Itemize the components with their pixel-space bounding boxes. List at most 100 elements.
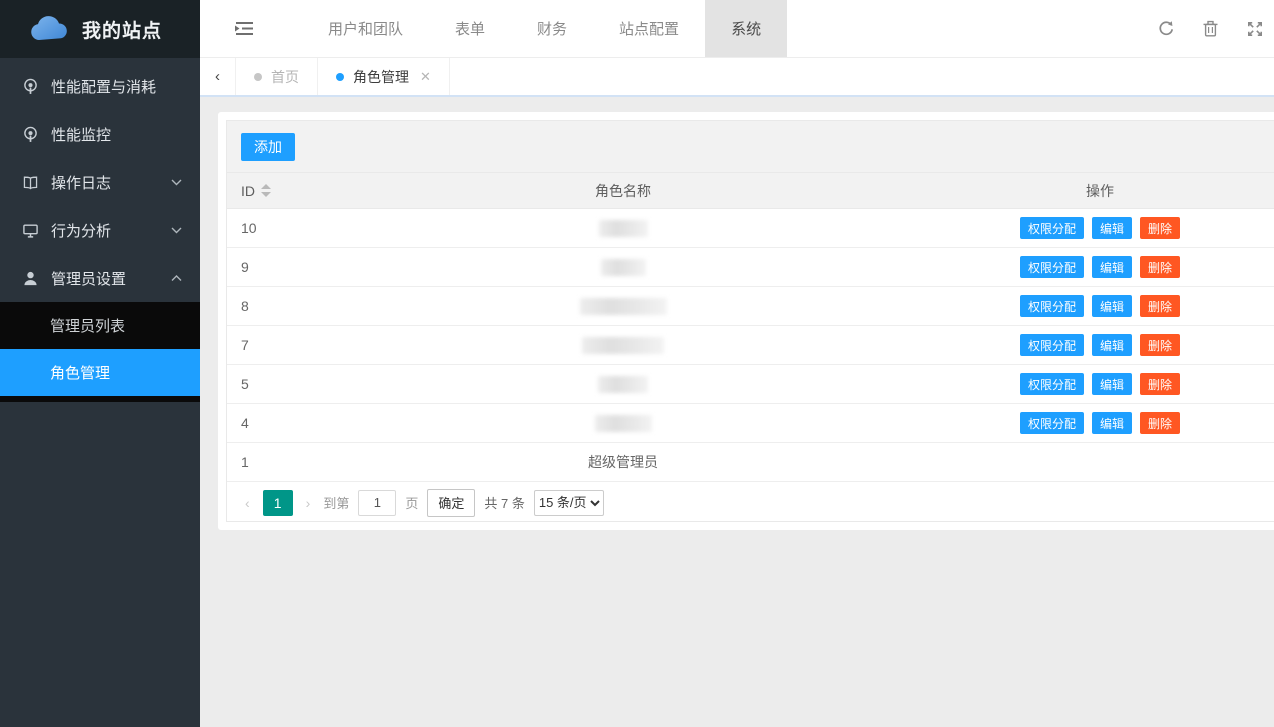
role-management-card: 添加 ID 角色名称 操作 10 — [218, 112, 1274, 530]
header-operations: 操作 — [819, 181, 1274, 201]
edit-button[interactable]: 编辑 — [1092, 373, 1132, 395]
signal-icon — [22, 126, 39, 143]
close-tab-icon[interactable]: ✕ — [420, 69, 431, 85]
assign-permissions-button[interactable]: 权限分配 — [1020, 373, 1084, 395]
admin-settings-submenu: 管理员列表 角色管理 — [0, 302, 200, 402]
table-header: ID 角色名称 操作 — [227, 172, 1274, 209]
table-row: 8 权限分配 编辑 删除 — [227, 287, 1274, 326]
delete-button[interactable]: 删除 — [1140, 217, 1180, 239]
sidebar-item-operation-log[interactable]: 操作日志 — [0, 158, 200, 206]
sidebar-item-performance-config[interactable]: 性能配置与消耗 — [0, 62, 200, 110]
header-id: ID — [227, 183, 427, 199]
row-role-name — [427, 259, 819, 276]
signal-icon — [22, 78, 39, 95]
assign-permissions-button[interactable]: 权限分配 — [1020, 334, 1084, 356]
table-body: 10 权限分配 编辑 删除 9 权限分配 编辑 删除 8 权限分配 — [227, 209, 1274, 482]
assign-permissions-button[interactable]: 权限分配 — [1020, 256, 1084, 278]
prev-page-icon[interactable]: ‹ — [241, 495, 254, 511]
row-id: 9 — [227, 259, 427, 275]
user-icon — [22, 270, 39, 287]
redacted-role-name — [595, 415, 652, 432]
sort-icon[interactable] — [261, 184, 271, 197]
delete-button[interactable]: 删除 — [1140, 412, 1180, 434]
redacted-role-name — [598, 376, 648, 393]
refresh-icon[interactable] — [1145, 20, 1189, 37]
table-row: 9 权限分配 编辑 删除 — [227, 248, 1274, 287]
monitor-icon — [22, 222, 39, 239]
edit-button[interactable]: 编辑 — [1092, 295, 1132, 317]
collapse-sidebar-icon[interactable] — [214, 0, 274, 57]
row-role-name — [427, 220, 819, 237]
row-id: 10 — [227, 220, 427, 236]
row-id: 1 — [227, 454, 427, 470]
delete-button[interactable]: 删除 — [1140, 256, 1180, 278]
tab-role-management[interactable]: 角色管理 ✕ — [318, 58, 450, 95]
table-container: 添加 ID 角色名称 操作 10 — [226, 120, 1274, 522]
assign-permissions-button[interactable]: 权限分配 — [1020, 295, 1084, 317]
header-role-name: 角色名称 — [427, 181, 819, 201]
row-actions: 权限分配 编辑 删除 — [819, 373, 1274, 395]
tab-dot-icon — [254, 73, 262, 81]
edit-button[interactable]: 编辑 — [1092, 256, 1132, 278]
assign-permissions-button[interactable]: 权限分配 — [1020, 412, 1084, 434]
page-size-select[interactable]: 15 条/页 — [534, 490, 604, 516]
top-nav-items: 用户和团队 表单 财务 站点配置 系统 — [302, 0, 787, 57]
table-row: 7 权限分配 编辑 删除 — [227, 326, 1274, 365]
redacted-role-name — [601, 259, 646, 276]
tabs-scroll-left-button[interactable]: ‹ — [200, 58, 236, 95]
nav-item-system[interactable]: 系统 — [705, 0, 787, 57]
delete-button[interactable]: 删除 — [1140, 295, 1180, 317]
add-button[interactable]: 添加 — [241, 133, 295, 161]
sidebar-subitem-admin-list[interactable]: 管理员列表 — [0, 302, 200, 349]
nav-item-site-config[interactable]: 站点配置 — [593, 0, 705, 57]
trash-icon[interactable] — [1189, 20, 1233, 37]
edit-button[interactable]: 编辑 — [1092, 412, 1132, 434]
redacted-role-name — [582, 337, 664, 354]
sidebar-nav: 性能配置与消耗 性能监控 操作日志 — [0, 58, 200, 402]
brand-title: 我的站点 — [82, 16, 162, 43]
redacted-role-name — [599, 220, 648, 237]
delete-button[interactable]: 删除 — [1140, 373, 1180, 395]
assign-permissions-button[interactable]: 权限分配 — [1020, 217, 1084, 239]
nav-item-users-teams[interactable]: 用户和团队 — [302, 0, 429, 57]
chevron-down-icon — [171, 227, 182, 234]
row-id: 5 — [227, 376, 427, 392]
fullscreen-icon[interactable] — [1233, 21, 1274, 37]
table-toolbar: 添加 — [227, 121, 1274, 172]
app-window: 我的站点 性能配置与消耗 性能监控 操作日志 — [0, 0, 1274, 727]
tab-home[interactable]: 首页 — [236, 58, 318, 95]
tab-bar: ‹ 首页 角色管理 ✕ › — [200, 58, 1274, 97]
goto-page-input[interactable] — [358, 490, 396, 516]
confirm-page-button[interactable]: 确定 — [427, 489, 475, 517]
row-actions: 权限分配 编辑 删除 — [819, 295, 1274, 317]
brand-logo[interactable]: 我的站点 — [0, 0, 200, 58]
chevron-down-icon — [171, 179, 182, 186]
nav-item-finance[interactable]: 财务 — [511, 0, 593, 57]
table-row: 4 权限分配 编辑 删除 — [227, 404, 1274, 443]
row-role-name — [427, 415, 819, 432]
row-id: 8 — [227, 298, 427, 314]
row-id: 4 — [227, 415, 427, 431]
topbar-right: 管理员 — [1145, 0, 1274, 57]
next-page-icon[interactable]: › — [302, 495, 315, 511]
goto-label: 到第 — [323, 493, 349, 512]
row-actions: 权限分配 编辑 删除 — [819, 412, 1274, 434]
total-count-label: 共 7 条 — [484, 493, 524, 512]
sidebar-item-performance-monitor[interactable]: 性能监控 — [0, 110, 200, 158]
pagination: ‹ 1 › 到第 页 确定 共 7 条 15 条/页 — [227, 482, 1274, 522]
sidebar-item-admin-settings[interactable]: 管理员设置 — [0, 254, 200, 302]
current-page-button[interactable]: 1 — [263, 490, 293, 516]
sidebar-item-behavior-analysis[interactable]: 行为分析 — [0, 206, 200, 254]
row-role-name — [427, 298, 819, 315]
sidebar: 我的站点 性能配置与消耗 性能监控 操作日志 — [0, 0, 200, 727]
main-area: 用户和团队 表单 财务 站点配置 系统 — [200, 0, 1274, 727]
nav-item-forms[interactable]: 表单 — [429, 0, 511, 57]
redacted-role-name — [580, 298, 667, 315]
edit-button[interactable]: 编辑 — [1092, 217, 1132, 239]
sidebar-subitem-role-management[interactable]: 角色管理 — [0, 349, 200, 396]
row-role-name — [427, 376, 819, 393]
top-navbar: 用户和团队 表单 财务 站点配置 系统 — [200, 0, 1274, 58]
edit-button[interactable]: 编辑 — [1092, 334, 1132, 356]
row-id: 7 — [227, 337, 427, 353]
delete-button[interactable]: 删除 — [1140, 334, 1180, 356]
